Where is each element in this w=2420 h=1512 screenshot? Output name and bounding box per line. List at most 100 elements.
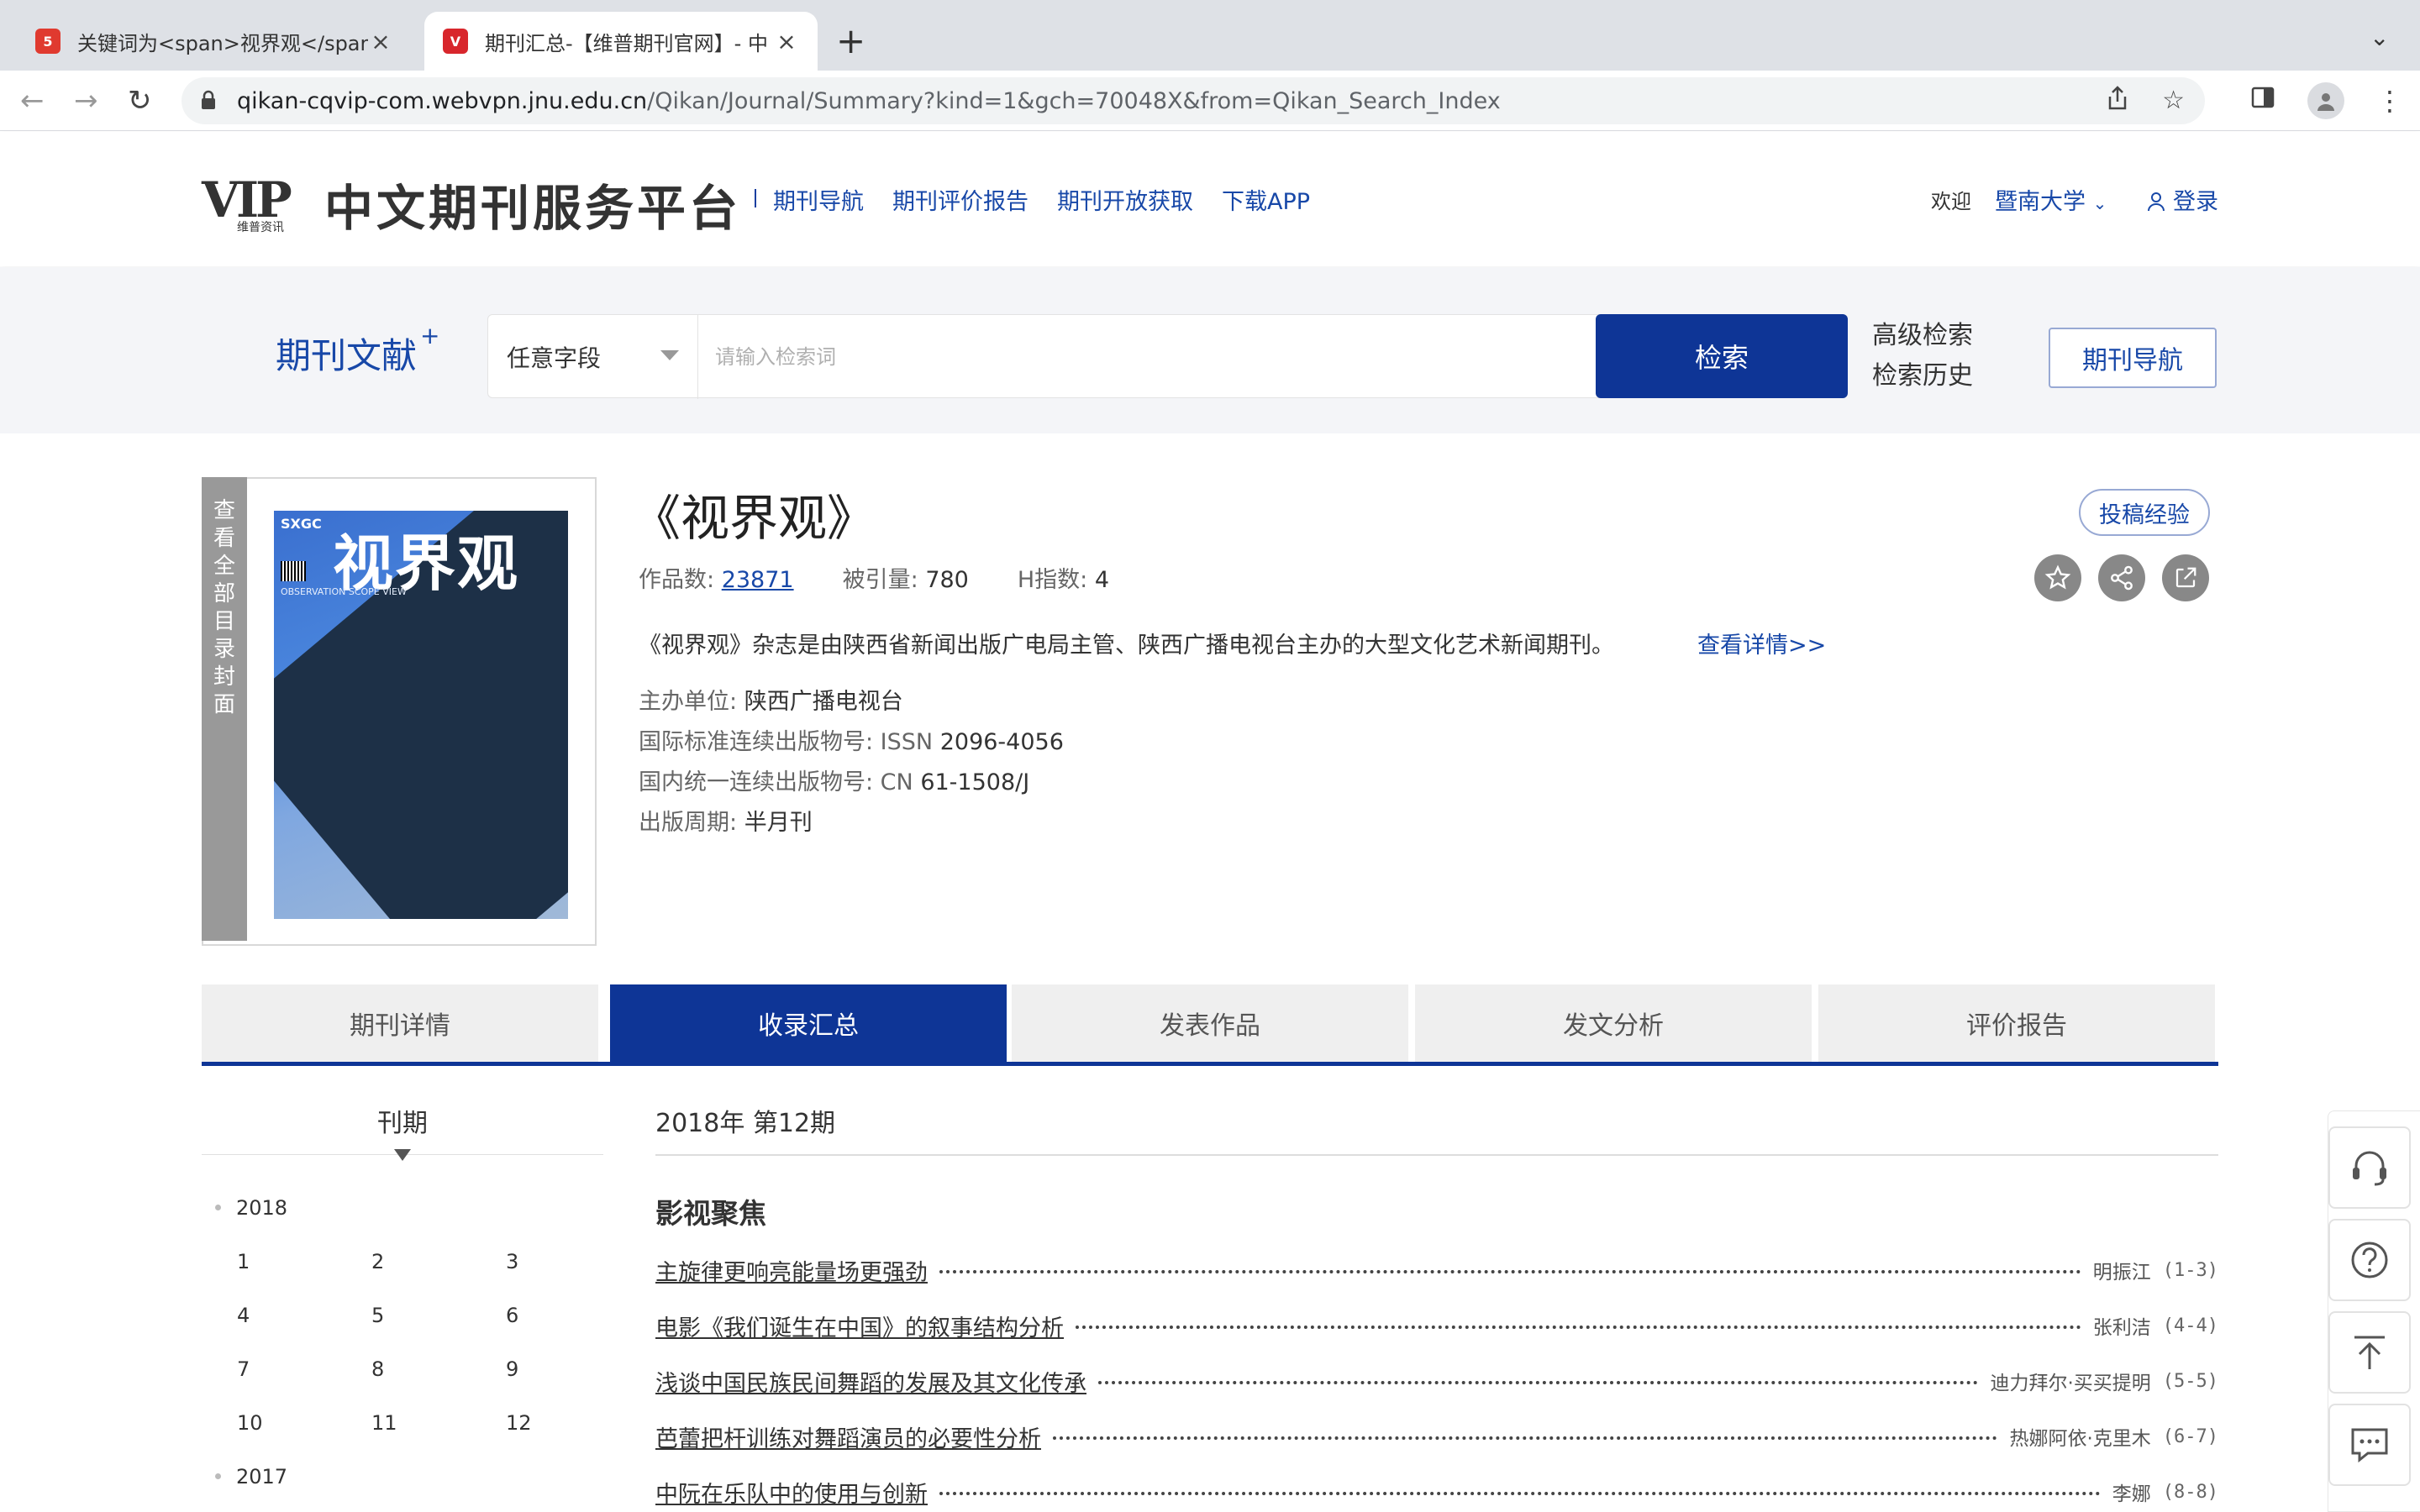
year-2018[interactable]: 2018 — [215, 1196, 287, 1220]
chevron-down-icon[interactable]: ⌄ — [2370, 24, 2389, 51]
issue-link[interactable]: 2 — [371, 1250, 384, 1273]
barcode-icon — [281, 561, 306, 581]
issue-link[interactable]: 11 — [371, 1411, 397, 1435]
star-icon[interactable]: ☆ — [2162, 86, 2185, 118]
leader-dots — [939, 1492, 2101, 1495]
journal-nav-button[interactable]: 期刊导航 — [2049, 328, 2217, 388]
article-author[interactable]: 李娜 — [2112, 1478, 2151, 1506]
advanced-search-link[interactable]: 高级检索 — [1872, 316, 1973, 356]
year-2017[interactable]: 2017 — [215, 1465, 287, 1488]
new-tab-icon[interactable]: + — [836, 20, 865, 61]
search-input[interactable] — [715, 340, 1555, 374]
issue-link[interactable]: 1 — [237, 1250, 250, 1273]
issue-link[interactable]: 9 — [506, 1357, 518, 1381]
issn-label: 国际标准连续出版物号: ISSN — [639, 729, 934, 755]
tab-published-works[interactable]: 发表作品 — [1012, 984, 1408, 1062]
back-arrow-icon[interactable]: ← — [20, 84, 45, 118]
welcome-text: 欢迎 — [1931, 190, 1972, 213]
institution-dropdown[interactable]: 暨南大学 ⌄ — [1995, 183, 2107, 216]
article-author[interactable]: 明振江 — [2093, 1256, 2151, 1284]
floating-toolbar — [2328, 1110, 2420, 1512]
article-author[interactable]: 热娜阿依·克里木 — [2009, 1422, 2150, 1451]
article-title-link[interactable]: 电影《我们诞生在中国》的叙事结构分析 — [655, 1310, 1064, 1342]
search-category-label[interactable]: 期刊文献 + — [276, 322, 439, 379]
tab-publication-analysis[interactable]: 发文分析 — [1415, 984, 1812, 1062]
issue-link[interactable]: 12 — [506, 1411, 532, 1435]
all-covers-link[interactable]: 查看全部目录封面 — [202, 477, 247, 941]
article-author[interactable]: 迪力拜尔·买买提明 — [1990, 1367, 2150, 1395]
tab-journal-details[interactable]: 期刊详情 — [202, 984, 598, 1062]
tab-favicon-icon: V — [443, 29, 468, 54]
cn-label: 国内统一连续出版物号: CN — [639, 769, 913, 795]
cited-label: 被引量: — [842, 567, 918, 593]
view-details-link[interactable]: 查看详情>> — [1697, 627, 1826, 659]
leader-dots — [1076, 1326, 2081, 1329]
site-logo[interactable]: VIP 维普资讯 中文期刊服务平台 — [202, 169, 741, 239]
search-category-text: 期刊文献 — [276, 335, 418, 376]
issue-link[interactable]: 3 — [506, 1250, 518, 1273]
year-label: 2017 — [236, 1465, 288, 1488]
kebab-menu-icon[interactable]: ⋮ — [2376, 85, 2403, 117]
works-count-link[interactable]: 23871 — [722, 567, 794, 593]
contents-divider — [655, 1154, 2218, 1156]
article-row: 中阮在乐队中的使用与创新 李娜 (8-8) — [655, 1475, 2218, 1509]
article-title-link[interactable]: 芭蕾把杆训练对舞蹈演员的必要性分析 — [655, 1420, 1041, 1453]
login-link[interactable]: 登录 — [2147, 183, 2218, 216]
leader-dots — [939, 1270, 2081, 1273]
close-icon[interactable]: × — [368, 28, 393, 55]
article-title-link[interactable]: 中阮在乐队中的使用与创新 — [655, 1476, 928, 1509]
journal-stats: 作品数: 23871 被引量: 780 H指数: 4 — [639, 561, 1158, 594]
section-title: 影视聚焦 — [655, 1197, 766, 1230]
favorite-star-icon[interactable] — [2034, 554, 2081, 601]
back-to-top-icon[interactable] — [2328, 1311, 2411, 1394]
profile-icon[interactable] — [2307, 82, 2344, 119]
customer-service-icon[interactable] — [2328, 1126, 2411, 1209]
bullet-icon — [215, 1204, 221, 1210]
side-panel-icon[interactable] — [2250, 85, 2275, 117]
submission-experience-button[interactable]: 投稿经验 — [2079, 489, 2210, 536]
external-link-icon[interactable] — [2162, 554, 2209, 601]
tab-collection-summary[interactable]: 收录汇总 — [610, 984, 1007, 1062]
issue-link[interactable]: 6 — [506, 1304, 518, 1327]
close-icon[interactable]: × — [774, 28, 799, 55]
browser-tab-bar: 5 关键词为<span>视界观</span> × V 期刊汇总-【维普期刊官网】… — [0, 0, 2420, 71]
article-author[interactable]: 张利洁 — [2093, 1311, 2151, 1340]
journal-tabs: 期刊详情 收录汇总 发表作品 发文分析 评价报告 — [202, 984, 2218, 1065]
issue-link[interactable]: 10 — [237, 1411, 263, 1435]
issues-heading: 刊期 — [377, 1109, 428, 1138]
issue-link[interactable]: 8 — [371, 1357, 384, 1381]
forward-arrow-icon[interactable]: → — [74, 84, 98, 118]
site-name: 中文期刊服务平台 — [324, 180, 742, 237]
browser-tab-summary[interactable]: V 期刊汇总-【维普期刊官网】- 中 × — [424, 12, 818, 71]
sponsor-row: 主办单位: 陕西广播电视台 — [639, 682, 1064, 722]
sponsor-value: 陕西广播电视台 — [744, 689, 903, 715]
help-icon[interactable] — [2328, 1219, 2411, 1301]
search-history-link[interactable]: 检索历史 — [1872, 356, 1973, 396]
tab-evaluation-report[interactable]: 评价报告 — [1818, 984, 2215, 1062]
journal-cover-image[interactable]: SXGC 视界观 OBSERVATION SCOPE VIEW — [274, 511, 568, 919]
issn-value: 2096-4056 — [939, 729, 1064, 755]
reload-icon[interactable]: ↻ — [128, 84, 152, 118]
nav-journal-navigation[interactable]: 期刊导航 — [773, 183, 864, 216]
issue-link[interactable]: 7 — [237, 1357, 250, 1381]
article-row: 芭蕾把杆训练对舞蹈演员的必要性分析 热娜阿依·克里木 (6-7) — [655, 1420, 2218, 1453]
share-icon[interactable] — [2098, 554, 2145, 601]
feedback-icon[interactable] — [2328, 1404, 2411, 1486]
article-pages: (5-5) — [2162, 1370, 2218, 1392]
article-title-link[interactable]: 浅谈中国民族民间舞蹈的发展及其文化传承 — [655, 1365, 1086, 1398]
nav-open-access[interactable]: 期刊开放获取 — [1057, 183, 1193, 216]
leader-dots — [1053, 1436, 1998, 1440]
share-icon[interactable] — [2107, 86, 2128, 118]
browser-tab-search[interactable]: 5 关键词为<span>视界观</span> × — [17, 12, 412, 71]
search-button[interactable]: 检索 — [1596, 314, 1848, 398]
cover-subtitle: OBSERVATION SCOPE VIEW — [281, 586, 407, 597]
h-index: H指数: 4 — [1018, 561, 1109, 594]
issue-link[interactable]: 4 — [237, 1304, 250, 1327]
url-field[interactable]: qikan-cqvip-com.webvpn.jnu.edu.cn/Qikan/… — [182, 77, 2205, 124]
issue-link[interactable]: 5 — [371, 1304, 384, 1327]
search-field-select[interactable]: 任意字段 — [488, 315, 698, 399]
article-row: 浅谈中国民族民间舞蹈的发展及其文化传承 迪力拜尔·买买提明 (5-5) — [655, 1364, 2218, 1398]
nav-download-app[interactable]: 下载APP — [1222, 183, 1310, 216]
article-title-link[interactable]: 主旋律更响亮能量场更强劲 — [655, 1254, 928, 1287]
nav-evaluation-report[interactable]: 期刊评价报告 — [892, 183, 1028, 216]
